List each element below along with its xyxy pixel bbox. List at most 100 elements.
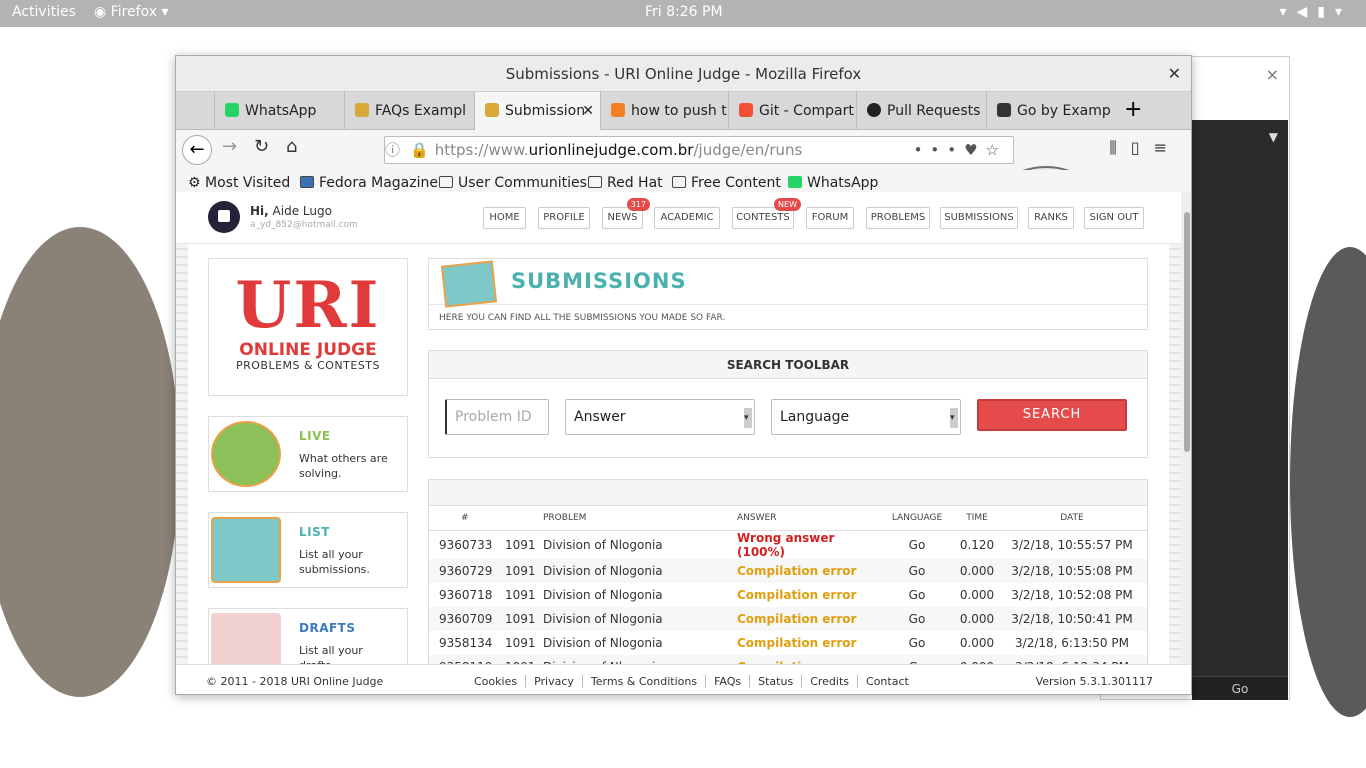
menu-profile[interactable]: PROFILE <box>538 207 590 229</box>
bookmark-user-communities[interactable]: User Communities <box>439 175 587 191</box>
dropdown-icon[interactable]: ▼ <box>1269 130 1278 144</box>
card-live[interactable]: LIVE What others are solving. <box>208 416 408 492</box>
language-select[interactable]: Language <box>771 399 961 435</box>
problem-number[interactable]: 1091 <box>505 583 543 607</box>
menu-forum[interactable]: FORUM <box>806 207 854 229</box>
background-window-close-icon[interactable]: × <box>1266 65 1279 84</box>
reload-icon[interactable]: ↻ <box>254 136 269 157</box>
col-date: DATE <box>997 506 1147 531</box>
problem-number[interactable]: 1091 <box>505 558 543 583</box>
home-icon[interactable]: ⌂ <box>286 136 297 157</box>
problem-name[interactable]: Division of Nlogonia <box>543 558 737 583</box>
avatar[interactable] <box>208 201 240 233</box>
fedora-icon <box>300 176 314 188</box>
forward-icon[interactable]: → <box>222 136 237 157</box>
tab-git[interactable]: Git - Compart <box>728 92 856 130</box>
card-drafts[interactable]: DRAFTS List all your drafts. <box>208 608 408 664</box>
bookmark-free-content[interactable]: Free Content <box>672 175 781 191</box>
tab-whatsapp[interactable]: WhatsApp <box>214 92 344 130</box>
footer-link-faqs[interactable]: FAQs <box>706 675 751 688</box>
submissions-table-panel: # PROBLEM ANSWER LANGUAGE TIME DATE 9360… <box>428 479 1148 664</box>
decorative-border-left <box>176 244 188 664</box>
tab-go-by-example[interactable]: Go by Exampl <box>986 92 1110 130</box>
answer-status[interactable]: Compilation error <box>737 583 877 607</box>
table-row[interactable]: 9360709 1091 Division of Nlogonia Compil… <box>429 606 1147 631</box>
menu-ranks[interactable]: RANKS <box>1028 207 1074 229</box>
menu-submissions[interactable]: SUBMISSIONS <box>940 207 1018 229</box>
app-menu[interactable]: ◉ Firefox ▾ <box>94 4 169 20</box>
menu-academic[interactable]: ACADEMIC <box>654 207 720 229</box>
answer-status[interactable]: Compilation error <box>737 558 877 583</box>
table-row[interactable]: 9358134 1091 Division of Nlogonia Compil… <box>429 631 1147 655</box>
tab-pull-requests[interactable]: Pull Requests <box>856 92 986 130</box>
table-row[interactable]: 9360718 1091 Division of Nlogonia Compil… <box>429 583 1147 607</box>
back-icon[interactable]: ← <box>182 135 212 165</box>
submission-id[interactable]: 9358134 <box>429 631 505 655</box>
menu-home[interactable]: HOME <box>483 207 526 229</box>
problem-name[interactable]: Division of Nlogonia <box>543 606 737 631</box>
footer-link-status[interactable]: Status <box>750 675 803 688</box>
submission-id[interactable]: 9360733 <box>429 530 505 559</box>
problem-id-input[interactable]: Problem ID <box>445 399 549 435</box>
submission-id[interactable]: 9360718 <box>429 583 505 607</box>
col-time: TIME <box>957 506 997 531</box>
window-titlebar[interactable]: Submissions - URI Online Judge - Mozilla… <box>176 56 1191 92</box>
background-terminal[interactable]: ▼ Go <box>1192 120 1288 700</box>
problem-name[interactable]: Division of Nlogonia <box>543 530 737 559</box>
menu-problems[interactable]: PROBLEMS <box>866 207 930 229</box>
footer-link-contact[interactable]: Contact <box>858 675 917 688</box>
menu-sign-out[interactable]: SIGN OUT <box>1084 207 1144 229</box>
problem-name[interactable]: Division of Nlogonia <box>543 654 737 664</box>
clock[interactable]: Fri 8:26 PM <box>645 4 723 20</box>
system-tray[interactable]: ▾◀▮▾ <box>1279 4 1352 20</box>
answer-status[interactable]: Compilation error <box>737 631 877 655</box>
answer-select[interactable]: Answer <box>565 399 755 435</box>
bookmark-most-visited[interactable]: ⚙ Most Visited <box>188 175 290 191</box>
new-tab-icon[interactable]: + <box>1124 92 1142 128</box>
problem-number[interactable]: 1091 <box>505 654 543 664</box>
footer-link-privacy[interactable]: Privacy <box>526 675 583 688</box>
col-id: # <box>429 506 505 531</box>
footer-link-terms[interactable]: Terms & Conditions <box>582 675 707 688</box>
menu-news[interactable]: NEWS 317 <box>602 198 650 229</box>
tab-faqs[interactable]: FAQs Exampl <box>344 92 474 130</box>
problem-name[interactable]: Division of Nlogonia <box>543 631 737 655</box>
table-row[interactable]: 9360729 1091 Division of Nlogonia Compil… <box>429 558 1147 583</box>
bookmark-fedora-magazine[interactable]: Fedora Magazine <box>300 175 438 191</box>
page-scrollbar[interactable] <box>1181 192 1191 664</box>
tab-close-icon[interactable]: ✕ <box>582 92 594 130</box>
firefox-window[interactable]: Submissions - URI Online Judge - Mozilla… <box>175 55 1192 695</box>
url-actions[interactable]: •••♥☆ <box>914 137 1007 163</box>
submission-id[interactable]: 9360709 <box>429 606 505 631</box>
url-bar[interactable]: ⓘ 🔒 https://www.urionlinejudge.com.br/judg… <box>384 136 1014 164</box>
search-button[interactable]: SEARCH <box>977 399 1127 431</box>
problem-number[interactable]: 1091 <box>505 606 543 631</box>
activities-button[interactable]: Activities <box>12 4 76 20</box>
scrollbar-thumb[interactable] <box>1184 212 1190 452</box>
problem-number[interactable]: 1091 <box>505 631 543 655</box>
tab-stackoverflow[interactable]: how to push t <box>600 92 728 130</box>
window-close-icon[interactable]: ✕ <box>1168 56 1181 92</box>
user-name[interactable]: Aide Lugo <box>273 204 332 218</box>
submission-id[interactable]: 9358119 <box>429 654 505 664</box>
footer-link-cookies[interactable]: Cookies <box>466 675 527 688</box>
bookmark-whatsapp[interactable]: WhatsApp <box>788 175 878 191</box>
pencil-icon <box>211 613 281 664</box>
problem-number[interactable]: 1091 <box>505 530 543 559</box>
table-row[interactable]: 9360733 1091 Division of Nlogonia Wrong … <box>429 530 1147 559</box>
uri-logo[interactable]: URI ONLINE JUDGE PROBLEMS & CONTESTS <box>208 258 408 396</box>
tab-submissions[interactable]: Submission ✕ <box>474 92 600 130</box>
submission-id[interactable]: 9360729 <box>429 558 505 583</box>
menu-contests[interactable]: CONTESTS NEW <box>732 198 801 229</box>
info-icon[interactable]: ⓘ <box>385 141 400 159</box>
card-list[interactable]: LIST List all your submissions. <box>208 512 408 588</box>
footer-link-credits[interactable]: Credits <box>802 675 859 688</box>
problem-name[interactable]: Division of Nlogonia <box>543 583 737 607</box>
answer-status[interactable]: Compilation error <box>737 606 877 631</box>
time: 0.000 <box>957 654 997 664</box>
answer-status[interactable]: Wrong answer (100%) <box>737 530 877 559</box>
table-row[interactable]: 9358119 1091 Division of Nlogonia Compil… <box>429 654 1147 664</box>
answer-status[interactable]: Compilation error <box>737 654 877 664</box>
toolbar-icons[interactable]: ⫼▯≡ <box>1109 138 1181 158</box>
bookmark-red-hat[interactable]: Red Hat <box>588 175 663 191</box>
